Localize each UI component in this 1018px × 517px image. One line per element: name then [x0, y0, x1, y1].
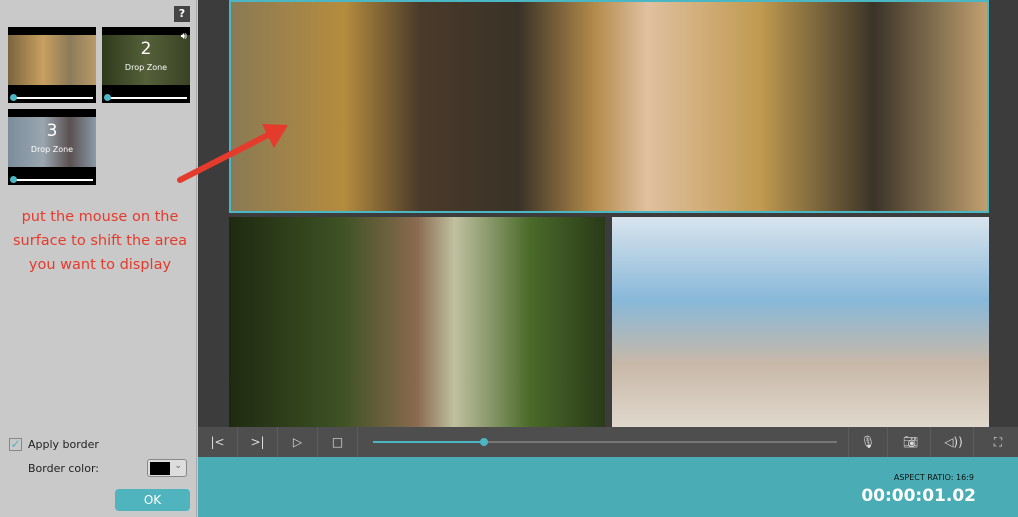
status-footer: ASPECT RATIO: 16:9 00:00:01.02: [198, 457, 1018, 517]
red-arrow-annotation: [177, 124, 288, 183]
timecode: 00:00:01.02: [861, 486, 976, 506]
skip-forward-button[interactable]: >|: [238, 427, 278, 457]
ok-button[interactable]: OK: [115, 489, 190, 511]
hint-text: put the mouse on the surface to shift th…: [12, 209, 188, 273]
drop-zone-number: 2: [140, 39, 152, 59]
thumbnail-image: [8, 35, 96, 85]
slider-knob[interactable]: [104, 94, 111, 101]
thumbnail-2[interactable]: 🔊︎ 2 Drop Zone: [102, 27, 190, 103]
left-panel: ? 🔊︎ 2 Drop Zone 3 Drop Zone put the mou…: [0, 0, 197, 517]
volume-icon[interactable]: ◁)): [934, 427, 974, 457]
drop-zone-label: Drop Zone: [30, 145, 74, 154]
preview-area: [198, 0, 1018, 427]
video-panel-1[interactable]: [229, 0, 989, 213]
drop-zone-label: Drop Zone: [124, 63, 168, 72]
timeline-progress: [373, 441, 485, 443]
camera-icon[interactable]: 📷︎: [891, 427, 931, 457]
border-color-label: Border color:: [28, 462, 99, 475]
playback-controls: |< >| ▷ □ 🎙︎ 📷︎ ◁)) ⛶: [198, 427, 1018, 457]
slider-knob[interactable]: [10, 94, 17, 101]
fullscreen-icon[interactable]: ⛶: [978, 427, 1018, 457]
thumbnail-slider[interactable]: [13, 97, 93, 99]
color-swatch: [150, 462, 170, 475]
timeline-knob[interactable]: [480, 438, 489, 446]
thumbnail-3[interactable]: 3 Drop Zone: [8, 109, 96, 185]
drop-zone-number: 3: [46, 121, 58, 141]
timeline-slider[interactable]: [373, 438, 837, 446]
apply-border-label: Apply border: [28, 438, 99, 451]
thumbnail-slider[interactable]: [13, 179, 93, 181]
video-panel-3[interactable]: [612, 217, 989, 427]
thumbnail-slider[interactable]: [107, 97, 187, 99]
video-panel-2[interactable]: [229, 217, 605, 427]
skip-back-button[interactable]: |<: [198, 427, 238, 457]
aspect-ratio: ASPECT RATIO: 16:9: [893, 473, 974, 482]
help-button[interactable]: ?: [174, 6, 190, 22]
microphone-icon[interactable]: 🎙︎: [848, 427, 888, 457]
slider-knob[interactable]: [10, 176, 17, 183]
thumbnail-1[interactable]: [8, 27, 96, 103]
stop-button[interactable]: □: [318, 427, 358, 457]
border-color-picker[interactable]: ⌄: [147, 459, 187, 477]
play-button[interactable]: ▷: [278, 427, 318, 457]
apply-border-checkbox[interactable]: ✓: [9, 438, 22, 451]
chevron-down-icon: ⌄: [174, 461, 182, 471]
